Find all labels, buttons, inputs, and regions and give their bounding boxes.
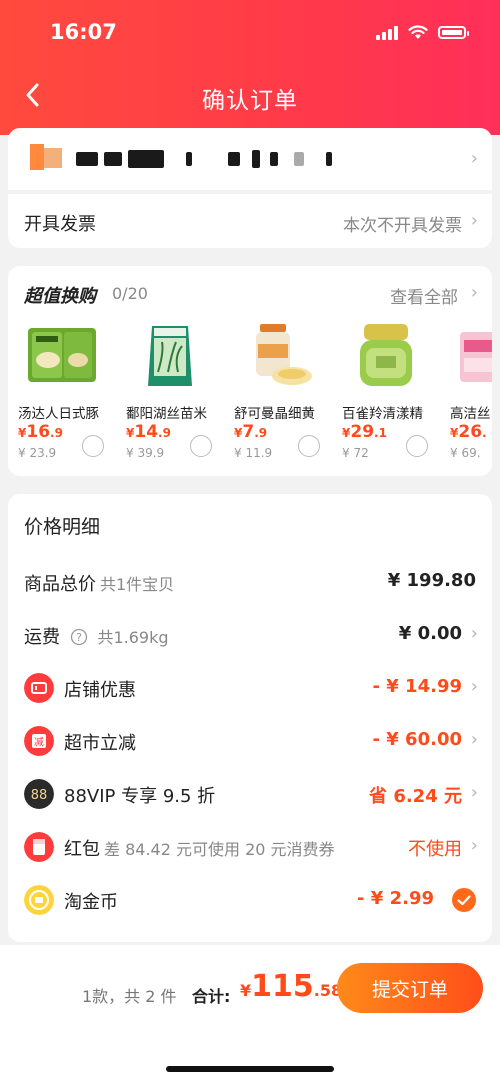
store-chevron-icon: › [470,676,478,697]
shipping-weight: 共1.69kg [97,628,169,647]
price-detail-card: 价格明细 商品总价 共1件宝贝 ¥ 199.80 运费 ? 共1.69kg ¥ 0… [8,494,492,942]
redpack-value: 不使用 [408,839,462,860]
goods-total-value: ¥ 199.80 [387,570,476,591]
product-name: 百雀羚清漾精 [342,406,423,422]
footer-total-label: 合计: [192,987,231,1006]
product-old-price: ¥ 23.9 [18,446,57,460]
goods-count: 共1件宝贝 [100,575,175,594]
submit-order-button[interactable]: 提交订单 [337,963,483,1013]
shipping-chevron-icon: › [470,623,478,644]
deals-product-list: 汤达人日式豚 ¥16.9 ¥ 23.9 鄱阳湖丝苗米 ¥14.9 ¥ 39.9 [8,322,492,467]
footer-bar: 1款，共 2 件 合计: ¥115.58 提交订单 [0,945,500,1083]
product-select-radio[interactable] [298,435,320,457]
rice-bag-icon [148,326,192,386]
home-indicator [166,1066,334,1072]
price-row-store-discount[interactable]: 店铺优惠 - ¥ 14.99 › [8,666,492,710]
invoice-row[interactable]: 开具发票 本次不开具发票 › [8,194,492,248]
status-icons [376,24,469,40]
noodle-pack-icon [28,328,96,382]
deals-card: 超值换购 0/20 查看全部 › 汤达人日式豚 ¥16.9 ¥ 23.9 鄱阳湖… [8,266,492,476]
market-chevron-icon: › [470,729,478,750]
price-row-coin[interactable]: 淘金币 - ¥ 2.99 [8,878,492,922]
price-row-vip[interactable]: 88 88VIP 专享 9.5 折 省 6.24 元 › [8,772,492,816]
product-select-radio[interactable] [190,435,212,457]
product-card[interactable]: 高洁丝 ¥26. ¥ 69. [440,322,492,467]
goods-label: 商品总价 [24,574,96,595]
svg-text:?: ? [76,631,82,644]
shipping-label: 运费 [24,627,60,648]
market-discount-value: - ¥ 60.00 [372,729,462,750]
wifi-icon [408,24,428,39]
product-old-price: ¥ 69. [450,446,481,460]
page-title: 确认订单 [202,88,298,114]
signal-icon [376,24,398,40]
product-price: ¥29.1 [342,422,387,442]
redpack-label: 红包 [64,839,100,860]
product-price: ¥7.9 [234,422,268,442]
product-card[interactable]: 舒可曼晶细黄 ¥7.9 ¥ 11.9 [224,322,332,467]
redpack-hint: 差 84.42 元可使用 20 元消费券 [104,840,335,859]
invoice-label: 开具发票 [24,214,96,235]
battery-icon [438,25,469,39]
svg-text:88: 88 [31,788,48,803]
store-discount-label: 店铺优惠 [64,680,136,701]
product-select-radio[interactable] [406,435,428,457]
coin-label: 淘金币 [64,892,118,913]
footer-summary: 1款，共 2 件 [82,987,177,1006]
deals-title: 超值换购 [24,286,96,307]
product-name: 高洁丝 [450,406,491,422]
coin-value: - ¥ 2.99 [357,888,434,909]
svg-text:减: 减 [34,737,44,749]
product-name: 鄱阳湖丝苗米 [126,406,207,422]
address-mosaic [30,144,70,170]
deals-view-all[interactable]: 查看全部 [390,283,458,308]
store-discount-value: - ¥ 14.99 [372,676,462,697]
address-card[interactable]: › [8,128,492,190]
product-price: ¥16.9 [18,422,63,442]
red-envelope-icon [24,832,54,862]
price-row-redpack[interactable]: 红包差 84.42 元可使用 20 元消费券 不使用 › [8,825,492,869]
vip-label: 88VIP 专享 9.5 折 [64,786,216,807]
product-card[interactable]: 鄱阳湖丝苗米 ¥14.9 ¥ 39.9 [116,322,224,467]
pad-pack-icon [460,332,492,382]
header-bar: 16:07 确认订单 [0,0,500,135]
price-detail-title: 价格明细 [24,516,101,538]
shipping-value: ¥ 0.00 [398,623,462,644]
market-discount-label: 超市立减 [64,733,136,754]
price-row-shipping[interactable]: 运费 ? 共1.69kg ¥ 0.00 › [8,613,492,657]
price-row-market-discount[interactable]: 减 超市立减 - ¥ 60.00 › [8,719,492,763]
status-time: 16:07 [50,20,117,44]
address-chevron-icon: › [470,148,478,169]
sugar-jar-icon [256,324,312,385]
redpack-chevron-icon: › [470,835,478,856]
market-discount-icon: 减 [24,726,54,756]
invoice-value: 本次不开具发票 [343,216,462,236]
vip88-icon: 88 [24,779,54,809]
store-coupon-icon [24,673,54,703]
deals-chevron-icon: › [470,282,478,303]
product-old-price: ¥ 39.9 [126,446,165,460]
invoice-chevron-icon: › [470,210,478,231]
footer-total-amount: ¥115.58 [240,969,343,1004]
vip-chevron-icon: › [470,782,478,803]
gold-coin-icon [24,885,54,915]
help-icon[interactable]: ? [70,628,88,646]
price-row-goods: 商品总价 共1件宝贝 ¥ 199.80 [8,560,492,604]
vip-saving-value: 省 6.24 元 [369,786,462,807]
product-old-price: ¥ 11.9 [234,446,273,460]
product-old-price: ¥ 72 [342,446,369,460]
cream-jar-icon [360,324,412,386]
product-card[interactable]: 汤达人日式豚 ¥16.9 ¥ 23.9 [8,322,116,467]
product-price: ¥26. [450,422,487,442]
coin-checkbox[interactable] [452,888,476,912]
deals-count: 0/20 [112,284,148,303]
product-card[interactable]: 百雀羚清漾精 ¥29.1 ¥ 72 [332,322,440,467]
product-name: 舒可曼晶细黄 [234,406,315,422]
product-name: 汤达人日式豚 [18,406,99,422]
product-select-radio[interactable] [82,435,104,457]
product-price: ¥14.9 [126,422,171,442]
